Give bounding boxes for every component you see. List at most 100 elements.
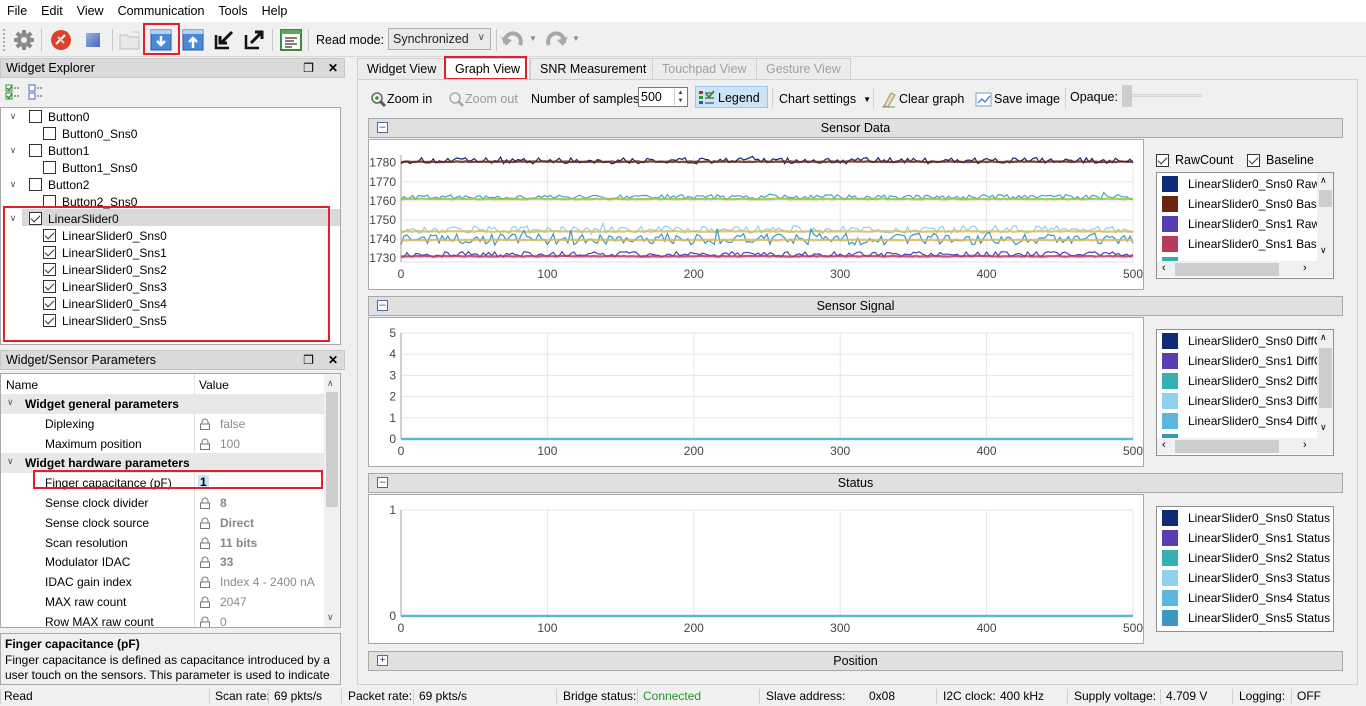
legend-item[interactable]: LinearSlider0_Sns1 Status: [1162, 529, 1330, 547]
expand-chevron-icon[interactable]: ∨: [7, 111, 19, 122]
group-chevron-icon[interactable]: ∨: [7, 397, 14, 408]
legend-toggle-button[interactable]: Legend: [695, 86, 768, 108]
legend-vscrollbar[interactable]: ∧ ∨: [1317, 330, 1333, 439]
parameter-row[interactable]: Modulator IDAC 33: [1, 552, 324, 573]
parameter-row[interactable]: Sense clock source Direct: [1, 512, 324, 533]
samples-stepper[interactable]: ▲ ▼: [674, 89, 686, 105]
legend-hscrollbar[interactable]: ‹ ›: [1157, 261, 1333, 277]
menu-view[interactable]: View: [70, 0, 111, 22]
log-button[interactable]: [278, 27, 304, 53]
scrollbar-thumb[interactable]: [1175, 440, 1279, 453]
parameter-row[interactable]: Row MAX raw count 0: [1, 611, 324, 627]
scroll-left-icon[interactable]: ‹: [1162, 262, 1166, 274]
scrollbar-thumb[interactable]: [1319, 190, 1332, 207]
close-panel-icon[interactable]: ✕: [328, 353, 338, 367]
undo-dropdown-icon[interactable]: ▼: [529, 34, 537, 43]
tab-widget-view[interactable]: Widget View: [357, 58, 447, 79]
samples-spinbox[interactable]: 500 ▲ ▼: [638, 87, 688, 107]
scroll-right-icon[interactable]: ›: [1303, 439, 1307, 451]
scroll-up-icon[interactable]: ∧: [1320, 332, 1327, 343]
rawcount-checkbox[interactable]: [1156, 153, 1169, 167]
tree-checkbox[interactable]: [43, 161, 56, 174]
menu-help[interactable]: Help: [255, 0, 295, 22]
col-name-header[interactable]: Name: [6, 378, 38, 392]
expand-chevron-icon[interactable]: ∨: [7, 145, 19, 156]
tab-snr-measurement[interactable]: SNR Measurement: [530, 58, 657, 79]
disconnect-button[interactable]: [48, 27, 74, 53]
tree-checkbox[interactable]: [29, 178, 42, 191]
scroll-down-icon[interactable]: ∨: [1320, 422, 1327, 433]
legend-item[interactable]: LinearSlider0_Sns0 RawCount: [1162, 175, 1333, 193]
sensor-data-header[interactable]: – Sensor Data: [368, 118, 1343, 138]
tree-widget-item[interactable]: ∨ Button0: [7, 108, 90, 125]
parameter-group[interactable]: ∨ Widget general parameters: [1, 394, 324, 414]
legend-item[interactable]: LinearSlider0_Sns3 Status: [1162, 569, 1330, 587]
toolbar-grip[interactable]: [3, 29, 5, 51]
legend-item[interactable]: LinearSlider0_Sns0 DiffCount: [1162, 332, 1333, 350]
zoom-out-button[interactable]: Zoom out: [448, 89, 518, 109]
redo-button[interactable]: [543, 27, 569, 53]
legend-item[interactable]: LinearSlider0_Sns2 Status: [1162, 549, 1330, 567]
check-all-button[interactable]: [5, 84, 21, 100]
close-panel-icon[interactable]: ✕: [328, 61, 338, 75]
export-button[interactable]: [241, 27, 267, 53]
zoom-in-button[interactable]: Zoom in: [370, 89, 432, 109]
collapse-icon[interactable]: –: [377, 300, 388, 311]
undo-button[interactable]: [500, 27, 526, 53]
menu-file[interactable]: File: [0, 0, 34, 22]
scrollbar-thumb[interactable]: [1175, 263, 1279, 276]
float-panel-icon[interactable]: ❐: [303, 353, 314, 367]
write-to-device-button[interactable]: [180, 27, 206, 53]
tree-sensor-item[interactable]: Button1_Sns0: [43, 159, 137, 176]
tree-checkbox[interactable]: [43, 127, 56, 140]
legend-item[interactable]: LinearSlider0_Sns5 Status: [1162, 609, 1330, 627]
clear-graph-button[interactable]: Clear graph: [880, 89, 964, 109]
parameter-row[interactable]: Scan resolution 11 bits: [1, 532, 324, 553]
expand-icon[interactable]: +: [377, 655, 388, 666]
settings-button[interactable]: [11, 27, 37, 53]
tree-sensor-item[interactable]: Button0_Sns0: [43, 125, 137, 142]
legend-hscrollbar[interactable]: ‹ ›: [1157, 438, 1333, 454]
save-image-button[interactable]: Save image: [975, 89, 1060, 109]
parameters-scrollbar[interactable]: ∧ ∨: [324, 374, 340, 627]
legend-item[interactable]: LinearSlider0_Sns3 DiffCount: [1162, 392, 1333, 410]
legend-item[interactable]: LinearSlider0_Sns2 DiffCount: [1162, 372, 1333, 390]
legend-item[interactable]: LinearSlider0_Sns0 Baseline: [1162, 195, 1333, 213]
legend-item[interactable]: LinearSlider0_Sns4 Status: [1162, 589, 1330, 607]
uncheck-all-button[interactable]: [28, 84, 44, 100]
menu-tools[interactable]: Tools: [211, 0, 254, 22]
scroll-up-icon[interactable]: ∧: [1320, 175, 1327, 186]
scroll-down-icon[interactable]: ∨: [327, 612, 334, 623]
legend-item[interactable]: LinearSlider0_Sns1 RawCount: [1162, 215, 1333, 233]
open-button[interactable]: [117, 27, 143, 53]
legend-item[interactable]: LinearSlider0_Sns1 Baseline: [1162, 235, 1333, 253]
baseline-checkbox[interactable]: [1247, 153, 1260, 167]
import-button[interactable]: [211, 27, 237, 53]
opaque-slider[interactable]: [1122, 85, 1204, 107]
tree-checkbox[interactable]: [29, 110, 42, 123]
parameter-row[interactable]: MAX raw count 2047: [1, 592, 324, 612]
group-chevron-icon[interactable]: ∨: [7, 456, 14, 467]
tree-checkbox[interactable]: [29, 144, 42, 157]
position-header[interactable]: + Position: [368, 651, 1343, 671]
tree-widget-item[interactable]: ∨ Button1: [7, 142, 90, 159]
stop-button[interactable]: [80, 27, 106, 53]
parameter-row[interactable]: IDAC gain index Index 4 - 2400 nA: [1, 572, 324, 593]
scroll-down-icon[interactable]: ∨: [1320, 245, 1327, 256]
chart-settings-dropdown[interactable]: Chart settings ▼: [779, 89, 871, 109]
scroll-left-icon[interactable]: ‹: [1162, 439, 1166, 451]
parameter-row[interactable]: Sense clock divider 8: [1, 493, 324, 513]
read-mode-select[interactable]: Synchronized ∨: [388, 28, 491, 50]
scroll-right-icon[interactable]: ›: [1303, 262, 1307, 274]
menu-edit[interactable]: Edit: [34, 0, 70, 22]
scrollbar-thumb[interactable]: [326, 392, 338, 507]
collapse-icon[interactable]: –: [377, 122, 388, 133]
legend-item[interactable]: LinearSlider0_Sns4 DiffCount: [1162, 412, 1333, 430]
collapse-icon[interactable]: –: [377, 477, 388, 488]
opaque-slider-handle[interactable]: [1122, 85, 1132, 107]
legend-item[interactable]: LinearSlider0_Sns0 Status: [1162, 509, 1330, 527]
col-value-header[interactable]: Value: [199, 378, 229, 392]
float-panel-icon[interactable]: ❐: [303, 61, 314, 75]
redo-dropdown-icon[interactable]: ▼: [572, 34, 580, 43]
scrollbar-thumb[interactable]: [1319, 348, 1332, 408]
